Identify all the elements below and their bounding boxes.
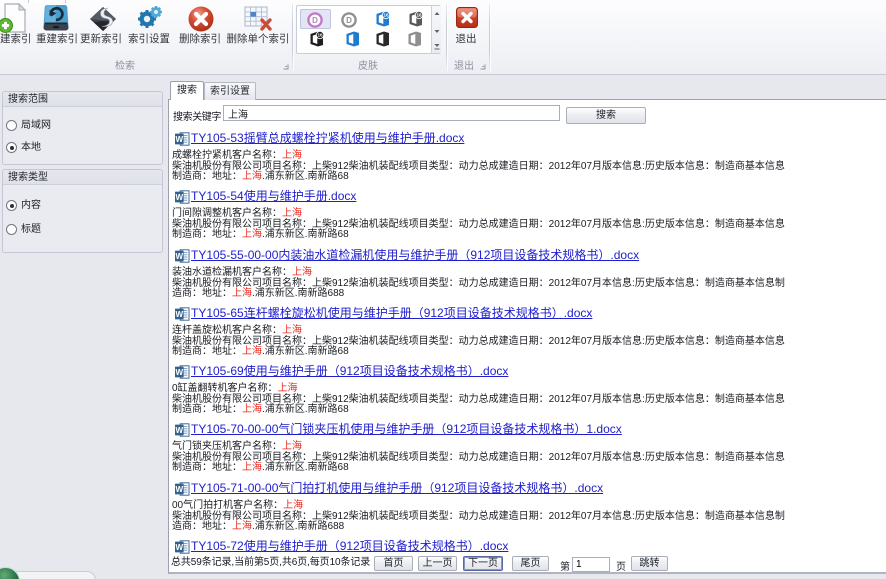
svg-text:16: 16	[317, 33, 323, 38]
svg-text:W: W	[176, 310, 184, 319]
svg-text:W: W	[176, 426, 184, 435]
svg-text:W: W	[176, 193, 184, 202]
svg-text:D: D	[346, 16, 352, 25]
svg-text:16: 16	[416, 13, 422, 18]
svg-text:D: D	[312, 16, 318, 25]
svg-text:W: W	[176, 135, 184, 144]
svg-text:W: W	[176, 543, 184, 552]
svg-text:W: W	[176, 485, 184, 494]
svg-text:W: W	[176, 368, 184, 377]
svg-text:16: 16	[383, 13, 389, 18]
svg-text:W: W	[176, 252, 184, 261]
